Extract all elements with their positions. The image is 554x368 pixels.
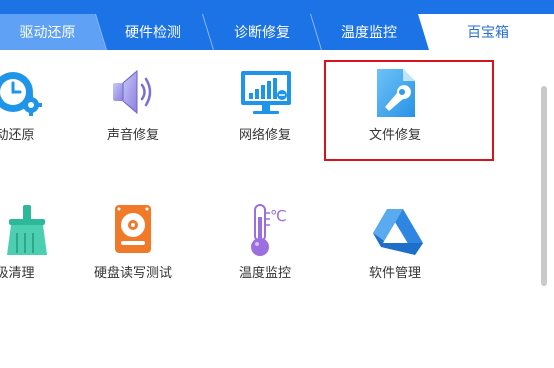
tool-network-repair[interactable]: 网络修复 <box>200 50 330 170</box>
tool-label: 网络修复 <box>238 128 291 143</box>
tool-label: 声音修复 <box>106 128 159 143</box>
tool-label: 文件修复 <box>368 128 421 143</box>
tool-label: 温度监控 <box>238 266 291 281</box>
network-monitor-icon <box>241 71 291 114</box>
tool-temperature-monitor[interactable]: ℃ 温度监控 <box>200 188 330 308</box>
tab-toolbox[interactable]: 百宝箱 <box>428 0 548 50</box>
broom-icon <box>7 205 47 255</box>
tool-file-repair[interactable]: 文件修复 <box>330 50 460 170</box>
thermometer-unit: ℃ <box>270 207 287 225</box>
tab-bar: 驱动还原 硬件检测 诊断修复 温度监控 百宝箱 <box>0 0 554 50</box>
tab-diagnose-repair[interactable]: 诊断修复 <box>212 0 312 50</box>
tool-label: 硬盘读写测试 <box>93 266 172 281</box>
speaker-icon <box>113 69 152 115</box>
thermometer-icon: ℃ <box>251 204 287 256</box>
tool-label: 软件管理 <box>368 266 421 281</box>
tool-sound-repair[interactable]: 声音修复 <box>68 50 198 170</box>
tool-software-manage[interactable]: 软件管理 <box>330 188 460 308</box>
scrollbar-thumb[interactable] <box>541 86 547 286</box>
tool-disk-rw-test[interactable]: 硬盘读写测试 <box>68 188 198 308</box>
tab-temperature-monitor[interactable]: 温度监控 <box>320 0 418 50</box>
toolbox-grid: 动还原 声音修复 网络修复 文件修复 圾清理 硬盘读写测试 ℃ 温度监控 软件管… <box>0 50 540 368</box>
tab-hardware-check[interactable]: 硬件检测 <box>104 0 202 50</box>
hard-disk-icon <box>115 205 151 253</box>
tab-driver-restore[interactable]: 驱动还原 <box>0 0 95 50</box>
clock-gear-icon <box>0 72 42 116</box>
software-triangle-icon <box>373 209 423 255</box>
file-wrench-icon <box>377 69 415 117</box>
